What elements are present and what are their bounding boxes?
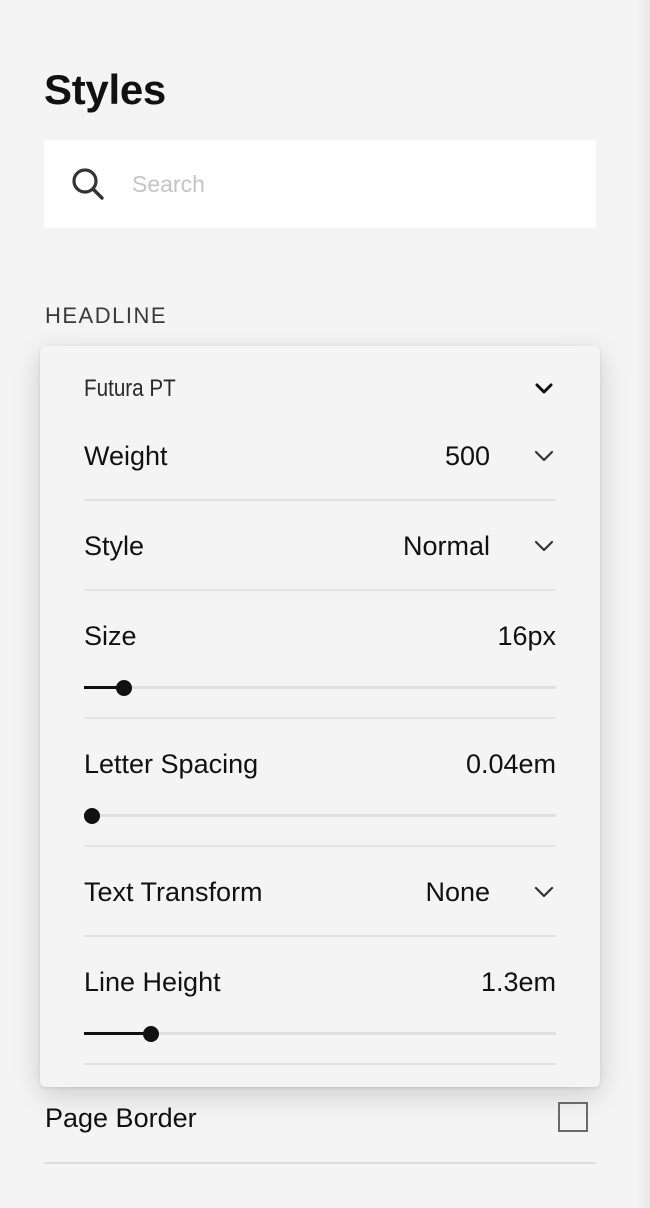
size-row: Size 16px [84, 619, 556, 655]
search-icon [72, 168, 104, 200]
text-transform-value: None [425, 877, 490, 907]
style-value: Normal [402, 531, 490, 561]
divider [44, 1162, 596, 1164]
weight-label: Weight [84, 441, 168, 471]
chevron-down-icon [534, 450, 554, 462]
slider-thumb[interactable] [143, 1026, 160, 1042]
search-box[interactable] [44, 140, 596, 228]
divider [84, 845, 556, 847]
font-family-value: Futura PT [84, 375, 176, 402]
size-slider[interactable] [84, 678, 556, 698]
line-height-row: Line Height 1.3em [84, 965, 556, 1001]
divider [84, 499, 556, 501]
letter-spacing-value: 0.04em [465, 749, 556, 779]
line-height-value: 1.3em [480, 967, 556, 997]
search-input[interactable] [132, 162, 572, 206]
divider [84, 717, 556, 719]
style-select[interactable]: Style Normal [84, 529, 556, 565]
weight-select[interactable]: Weight 500 [84, 439, 556, 475]
letter-spacing-slider[interactable] [84, 806, 556, 826]
page-title: Styles [44, 66, 166, 113]
slider-thumb[interactable] [116, 680, 133, 696]
size-label: Size [84, 621, 137, 651]
slider-thumb[interactable] [84, 808, 100, 824]
right-edge-shadow [636, 0, 650, 1208]
line-height-label: Line Height [84, 967, 221, 997]
chevron-down-icon [534, 886, 554, 898]
chevron-down-icon [534, 540, 554, 552]
slider-track [84, 814, 556, 817]
page-border-row: Page Border [45, 1100, 591, 1136]
font-family-select[interactable]: Futura PT [84, 372, 556, 406]
letter-spacing-label: Letter Spacing [84, 749, 259, 779]
page-border-label: Page Border [45, 1103, 197, 1133]
headline-style-panel: Futura PT Weight 500 Style Normal Size 1… [40, 346, 600, 1087]
chevron-down-icon [535, 383, 553, 394]
size-value: 16px [497, 621, 556, 651]
divider [84, 1063, 556, 1065]
divider [84, 935, 556, 937]
text-transform-label: Text Transform [84, 877, 263, 907]
style-label: Style [84, 531, 145, 561]
slider-fill [84, 1032, 152, 1035]
weight-value: 500 [444, 441, 490, 471]
section-heading-headline: HEADLINE [45, 303, 168, 328]
slider-track [84, 686, 556, 689]
text-transform-select[interactable]: Text Transform None [84, 875, 556, 911]
letter-spacing-row: Letter Spacing 0.04em [84, 747, 556, 783]
divider [84, 589, 556, 591]
page-border-checkbox[interactable] [558, 1102, 588, 1132]
line-height-slider[interactable] [84, 1024, 556, 1044]
